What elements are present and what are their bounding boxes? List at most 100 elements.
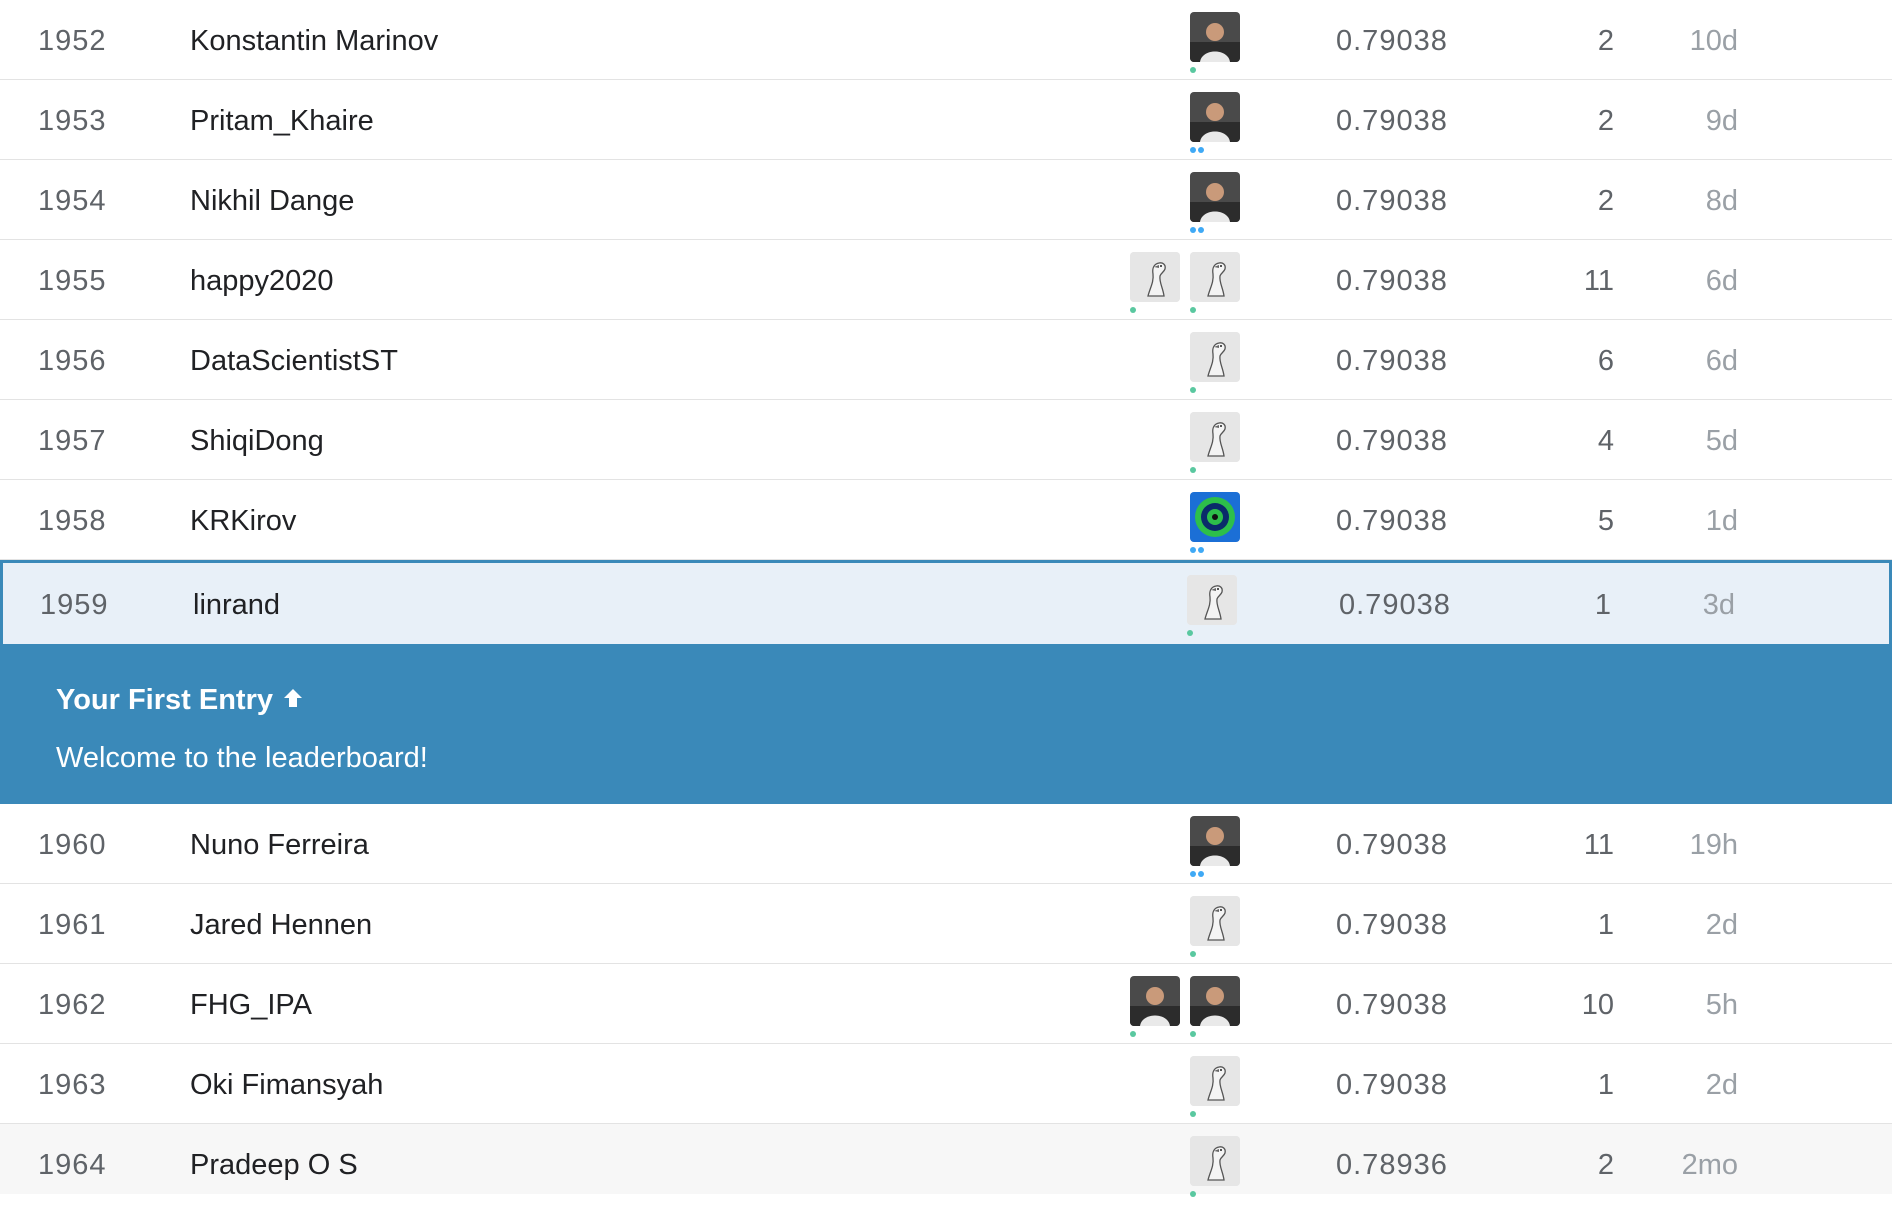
leaderboard-row[interactable]: 1961 Jared Hennen 0.79038 1 2d <box>0 884 1892 964</box>
team-members <box>1190 896 1240 957</box>
team-members <box>1190 816 1240 877</box>
banner-message: Welcome to the leaderboard! <box>56 742 428 774</box>
team-name[interactable]: Oki Fimansyah <box>190 1044 383 1126</box>
last-submission: 1d <box>1705 505 1738 537</box>
leaderboard-row[interactable]: 1952 Konstantin Marinov 0.79038 2 10d <box>0 0 1892 80</box>
team-members <box>1190 12 1240 73</box>
last-submission: 10d <box>1689 25 1738 57</box>
rank: 1964 <box>38 1149 107 1181</box>
score: 0.79038 <box>1336 909 1448 941</box>
team-name[interactable]: KRKirov <box>190 480 296 562</box>
leaderboard-row[interactable]: 1957 ShiqiDong 0.79038 4 5d <box>0 400 1892 480</box>
team-name[interactable]: Pritam_Khaire <box>190 80 374 162</box>
entries-count: 2 <box>1597 105 1614 137</box>
novice-tier-icon <box>1190 467 1196 473</box>
leaderboard-row[interactable]: 1955 happy2020 0.79038 11 6d <box>0 240 1892 320</box>
avatar[interactable] <box>1190 332 1240 393</box>
leaderboard-rows-after: 1960 Nuno Ferreira 0.79038 11 19h 1961 Jared H… <box>0 804 1892 1197</box>
goose-default-icon <box>1190 252 1240 302</box>
rank: 1963 <box>38 1069 107 1101</box>
avatar[interactable] <box>1190 412 1240 473</box>
rank: 1952 <box>38 25 107 57</box>
leaderboard-rows-before: 1952 Konstantin Marinov 0.79038 2 10d 1953 Pri… <box>0 0 1892 560</box>
contributor-tier-icon <box>1190 227 1204 233</box>
rank: 1960 <box>38 829 107 861</box>
avatar[interactable] <box>1190 816 1240 877</box>
pattern-avatar-icon <box>1190 492 1240 542</box>
team-members <box>1190 492 1240 553</box>
banner-title: Your First Entry <box>56 684 305 718</box>
score: 0.79038 <box>1336 1069 1448 1101</box>
last-submission: 5h <box>1705 989 1738 1021</box>
team-name[interactable]: Jared Hennen <box>190 884 372 966</box>
novice-tier-icon <box>1190 1191 1196 1197</box>
person-photo-icon <box>1190 976 1240 1026</box>
team-name[interactable]: DataScientistST <box>190 320 398 402</box>
leaderboard-row[interactable]: 1956 DataScientistST 0.79038 6 6d <box>0 320 1892 400</box>
leaderboard-row[interactable]: 1962 FHG_IPA 0.79038 10 5h <box>0 964 1892 1044</box>
avatar[interactable] <box>1130 976 1180 1037</box>
team-members <box>1130 976 1240 1037</box>
avatar[interactable] <box>1190 1056 1240 1117</box>
novice-tier-icon <box>1190 1111 1196 1117</box>
person-photo-icon <box>1190 816 1240 866</box>
leaderboard-row[interactable]: 1964 Pradeep O S 0.78936 2 2mo <box>0 1124 1892 1197</box>
team-name[interactable]: linrand <box>193 563 280 647</box>
score: 0.79038 <box>1336 425 1448 457</box>
contributor-tier-icon <box>1190 547 1204 553</box>
avatar[interactable] <box>1190 976 1240 1037</box>
leaderboard-row[interactable]: 1958 KRKirov 0.79038 5 1d <box>0 480 1892 560</box>
team-members <box>1187 575 1237 636</box>
my-leaderboard-row[interactable]: 1959 linrand 0.79038 1 3d <box>0 560 1892 644</box>
person-photo-icon <box>1190 172 1240 222</box>
last-submission: 5d <box>1705 425 1738 457</box>
goose-default-icon <box>1190 1056 1240 1106</box>
entries-count: 1 <box>1597 909 1614 941</box>
leaderboard-row[interactable]: 1954 Nikhil Dange 0.79038 2 8d <box>0 160 1892 240</box>
avatar[interactable] <box>1190 252 1240 313</box>
avatar[interactable] <box>1190 12 1240 73</box>
person-photo-icon <box>1190 12 1240 62</box>
team-name[interactable]: Konstantin Marinov <box>190 0 438 82</box>
goose-default-icon <box>1130 252 1180 302</box>
goose-default-icon <box>1190 412 1240 462</box>
novice-tier-icon <box>1190 1031 1196 1037</box>
team-members <box>1190 412 1240 473</box>
leaderboard-row[interactable]: 1953 Pritam_Khaire 0.79038 2 9d <box>0 80 1892 160</box>
goose-default-icon <box>1187 575 1237 625</box>
team-members <box>1190 332 1240 393</box>
avatar[interactable] <box>1130 252 1180 313</box>
leaderboard-row[interactable]: 1960 Nuno Ferreira 0.79038 11 19h <box>0 804 1892 884</box>
contributor-tier-icon <box>1190 871 1204 877</box>
score: 0.79038 <box>1336 185 1448 217</box>
avatar[interactable] <box>1190 896 1240 957</box>
last-submission: 2d <box>1705 909 1738 941</box>
avatar[interactable] <box>1190 1136 1240 1197</box>
score: 0.79038 <box>1339 589 1451 621</box>
last-submission: 6d <box>1705 345 1738 377</box>
leaderboard-row[interactable]: 1963 Oki Fimansyah 0.79038 1 2d <box>0 1044 1892 1124</box>
team-name[interactable]: Nuno Ferreira <box>190 804 369 886</box>
entries-count: 5 <box>1597 505 1614 537</box>
avatar[interactable] <box>1190 492 1240 553</box>
entries-count: 2 <box>1597 25 1614 57</box>
avatar[interactable] <box>1190 172 1240 233</box>
rank: 1958 <box>38 505 107 537</box>
first-entry-banner: Your First Entry Welcome to the leaderbo… <box>0 644 1892 804</box>
team-name[interactable]: ShiqiDong <box>190 400 324 482</box>
team-name[interactable]: FHG_IPA <box>190 964 312 1046</box>
score: 0.79038 <box>1336 265 1448 297</box>
entries-count: 11 <box>1583 265 1614 297</box>
leaderboard: 1952 Konstantin Marinov 0.79038 2 10d 1953 Pri… <box>0 0 1892 1197</box>
team-name[interactable]: happy2020 <box>190 240 334 322</box>
novice-tier-icon <box>1190 951 1196 957</box>
avatar[interactable] <box>1187 575 1237 636</box>
team-name[interactable]: Pradeep O S <box>190 1124 358 1206</box>
avatar[interactable] <box>1190 92 1240 153</box>
score: 0.79038 <box>1336 989 1448 1021</box>
team-name[interactable]: Nikhil Dange <box>190 160 354 242</box>
novice-tier-icon <box>1187 630 1193 636</box>
novice-tier-icon <box>1190 387 1196 393</box>
rank: 1962 <box>38 989 107 1021</box>
score: 0.79038 <box>1336 105 1448 137</box>
